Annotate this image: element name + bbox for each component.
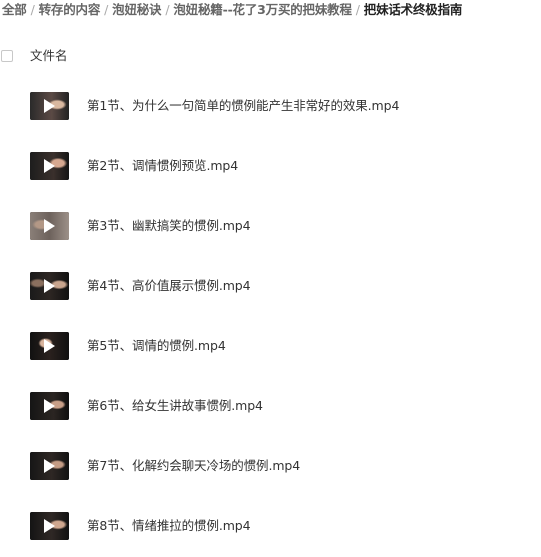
file-row[interactable]: 第1节、为什么一句简单的惯例能产生非常好的效果.mp4 <box>0 77 541 137</box>
file-name[interactable]: 第1节、为什么一句简单的惯例能产生非常好的效果.mp4 <box>87 98 399 114</box>
file-row[interactable]: 第6节、给女生讲故事惯例.mp4 <box>0 377 541 437</box>
video-thumbnail-icon[interactable] <box>30 512 69 540</box>
breadcrumb-separator: / <box>104 2 109 17</box>
play-icon <box>44 459 55 473</box>
file-row[interactable]: 第2节、调情惯例预览.mp4 <box>0 137 541 197</box>
file-name[interactable]: 第4节、高价值展示惯例.mp4 <box>87 278 251 294</box>
play-icon <box>44 519 55 533</box>
breadcrumb-current-folder: 把妹话术终极指南 <box>363 2 463 17</box>
play-icon <box>44 339 55 353</box>
play-icon <box>44 279 55 293</box>
file-name[interactable]: 第5节、调情的惯例.mp4 <box>87 338 226 354</box>
file-name[interactable]: 第3节、幽默搞笑的惯例.mp4 <box>87 218 251 234</box>
file-name[interactable]: 第7节、化解约会聊天冷场的惯例.mp4 <box>87 458 300 474</box>
video-thumbnail-icon[interactable] <box>30 152 69 180</box>
file-row[interactable]: 第5节、调情的惯例.mp4 <box>0 317 541 377</box>
file-list: 第1节、为什么一句简单的惯例能产生非常好的效果.mp4 第2节、调情惯例预览.m… <box>0 77 541 557</box>
video-thumbnail-icon[interactable] <box>30 92 69 120</box>
play-icon <box>44 159 55 173</box>
file-row[interactable]: 第8节、情绪推拉的惯例.mp4 <box>0 497 541 557</box>
breadcrumb-folder-1[interactable]: 泡妞秘诀 <box>112 2 161 17</box>
breadcrumb-separator: / <box>165 2 170 17</box>
play-icon <box>44 219 55 233</box>
breadcrumb-saved-content[interactable]: 转存的内容 <box>39 2 101 17</box>
play-icon <box>44 399 55 413</box>
select-all-checkbox[interactable] <box>1 50 13 62</box>
breadcrumb-folder-2[interactable]: 泡妞秘籍--花了3万买的把妹教程 <box>173 2 352 17</box>
play-icon <box>44 99 55 113</box>
breadcrumb-separator: / <box>355 2 360 17</box>
column-header-filename[interactable]: 文件名 <box>30 48 68 64</box>
video-thumbnail-icon[interactable] <box>30 452 69 480</box>
video-thumbnail-icon[interactable] <box>30 272 69 300</box>
file-name[interactable]: 第2节、调情惯例预览.mp4 <box>87 158 238 174</box>
file-row[interactable]: 第3节、幽默搞笑的惯例.mp4 <box>0 197 541 257</box>
breadcrumb-all[interactable]: 全部 <box>2 2 27 17</box>
video-thumbnail-icon[interactable] <box>30 212 69 240</box>
file-name[interactable]: 第8节、情绪推拉的惯例.mp4 <box>87 518 251 534</box>
file-row[interactable]: 第7节、化解约会聊天冷场的惯例.mp4 <box>0 437 541 497</box>
breadcrumb: 全部 / 转存的内容 / 泡妞秘诀 / 泡妞秘籍--花了3万买的把妹教程 / 把妹话术终极指南 <box>2 0 462 20</box>
breadcrumb-separator: / <box>30 2 35 17</box>
file-name[interactable]: 第6节、给女生讲故事惯例.mp4 <box>87 398 263 414</box>
video-thumbnail-icon[interactable] <box>30 332 69 360</box>
file-row[interactable]: 第4节、高价值展示惯例.mp4 <box>0 257 541 317</box>
video-thumbnail-icon[interactable] <box>30 392 69 420</box>
file-list-header: 文件名 <box>0 46 541 68</box>
